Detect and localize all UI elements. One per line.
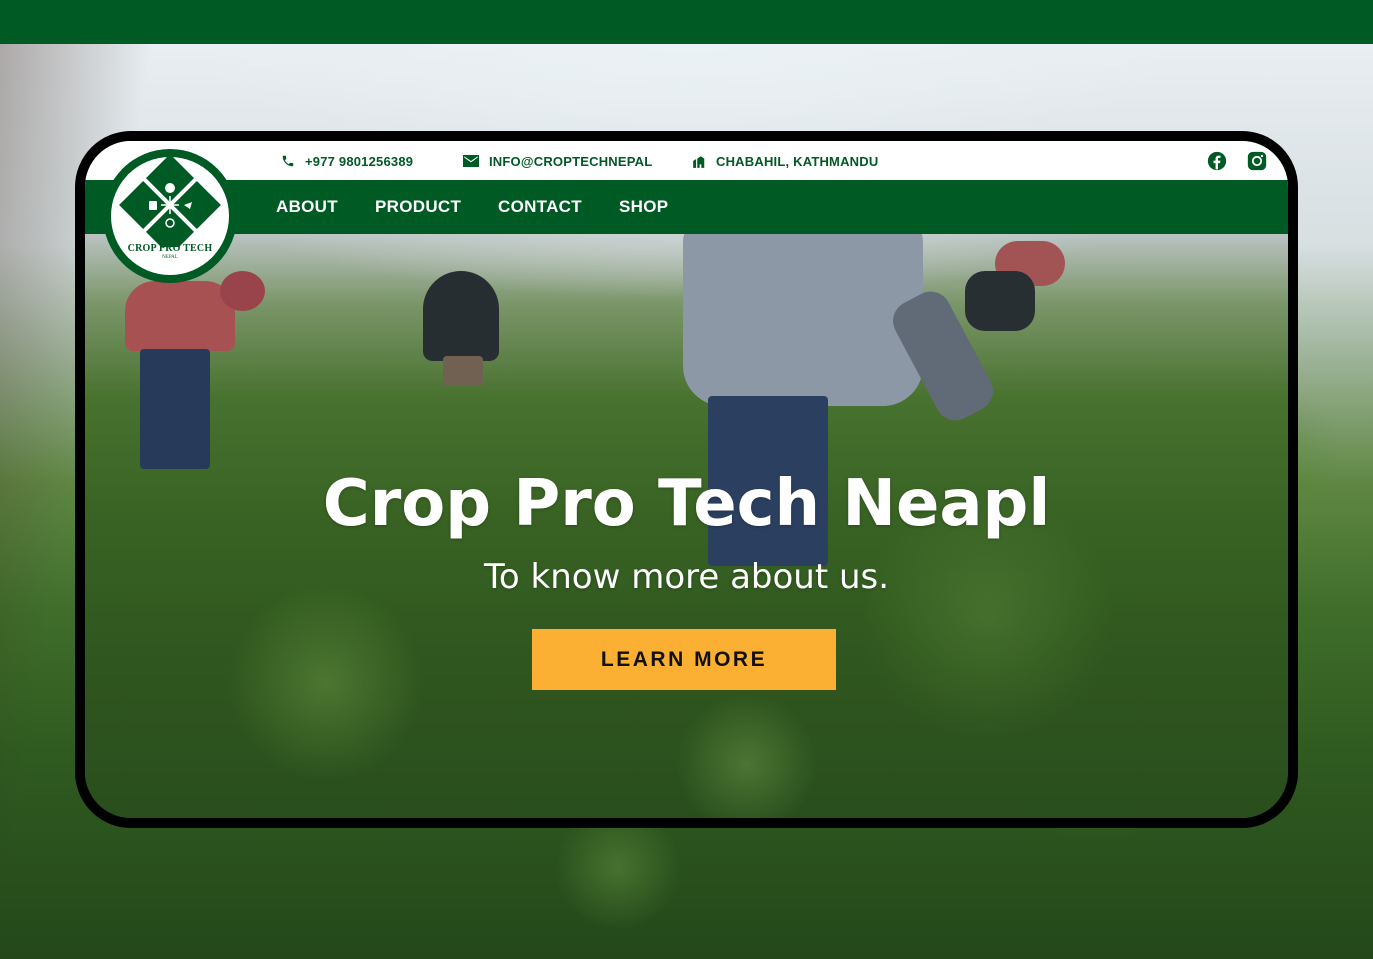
address-text: CHABAHIL, KATHMANDU bbox=[716, 153, 879, 169]
worker-figure bbox=[125, 271, 265, 491]
contact-phone[interactable]: +977 9801256389 bbox=[281, 152, 413, 170]
logo-name: CROP PRO TECH bbox=[127, 243, 213, 254]
main-navigation: ABOUT PRODUCT CONTACT SHOP bbox=[85, 180, 1288, 234]
logo-badge: CROP PRO TECH NEPAL bbox=[111, 157, 229, 275]
facebook-link[interactable] bbox=[1206, 150, 1228, 172]
instagram-link[interactable] bbox=[1246, 150, 1268, 172]
learn-more-button[interactable]: LEARN MORE bbox=[532, 629, 836, 690]
contact-email[interactable]: INFO@CROPTECHNEPAL bbox=[463, 152, 652, 170]
worker-figure bbox=[423, 271, 503, 391]
nav-product[interactable]: PRODUCT bbox=[375, 197, 461, 217]
contact-address[interactable]: CHABAHIL, KATHMANDU bbox=[692, 152, 878, 170]
logo-emblem-icon bbox=[119, 157, 221, 247]
facebook-icon bbox=[1207, 151, 1227, 171]
hero-title: Crop Pro Tech Neapl bbox=[322, 467, 1051, 541]
instagram-icon bbox=[1247, 151, 1267, 171]
nav-shop[interactable]: SHOP bbox=[619, 197, 668, 217]
nav-about[interactable]: ABOUT bbox=[276, 197, 338, 217]
email-address: INFO@CROPTECHNEPAL bbox=[489, 153, 653, 169]
top-strip bbox=[0, 0, 1373, 44]
worker-figure bbox=[965, 241, 1095, 351]
browser-mockup-frame: +977 9801256389 INFO@CROPTECHNEPAL CHABA… bbox=[75, 131, 1298, 828]
hero-subtitle: To know more about us. bbox=[483, 557, 890, 597]
mail-icon bbox=[463, 155, 479, 167]
phone-number: +977 9801256389 bbox=[305, 153, 414, 169]
brand-logo[interactable]: CROP PRO TECH NEPAL bbox=[103, 149, 237, 283]
location-icon bbox=[693, 155, 705, 168]
phone-icon bbox=[282, 155, 294, 167]
logo-subtitle: NEPAL bbox=[162, 255, 178, 260]
nav-contact[interactable]: CONTACT bbox=[498, 197, 582, 217]
contact-info-bar: +977 9801256389 INFO@CROPTECHNEPAL CHABA… bbox=[85, 141, 1288, 180]
